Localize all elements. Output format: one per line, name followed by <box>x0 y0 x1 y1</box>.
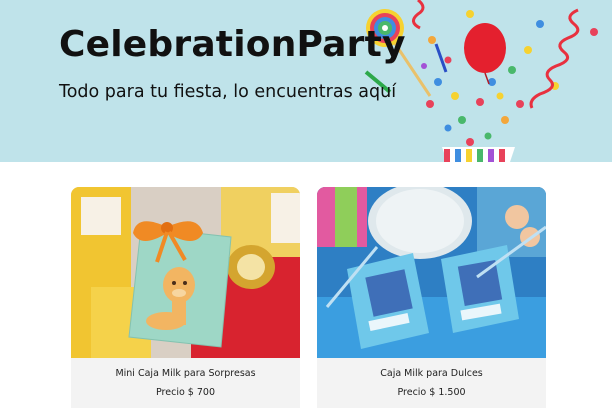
product-name: Caja Milk para Dulces <box>380 368 483 379</box>
product-name: Mini Caja Milk para Sorpresas <box>115 368 256 379</box>
product-card[interactable]: Caja Milk para Dulces Precio $ 1.500 <box>317 187 546 408</box>
product-image[interactable] <box>71 187 300 358</box>
product-price: Precio $ 1.500 <box>397 387 466 398</box>
site-tagline: Todo para tu fiesta, lo encuentras aquí <box>59 82 397 102</box>
site-title: CelebrationParty <box>59 24 406 65</box>
hero-banner: CelebrationParty Todo para tu fiesta, lo… <box>0 0 612 162</box>
product-price: Precio $ 700 <box>156 387 215 398</box>
product-image[interactable] <box>317 187 546 358</box>
product-card[interactable]: Mini Caja Milk para Sorpresas Precio $ 7… <box>71 187 300 408</box>
